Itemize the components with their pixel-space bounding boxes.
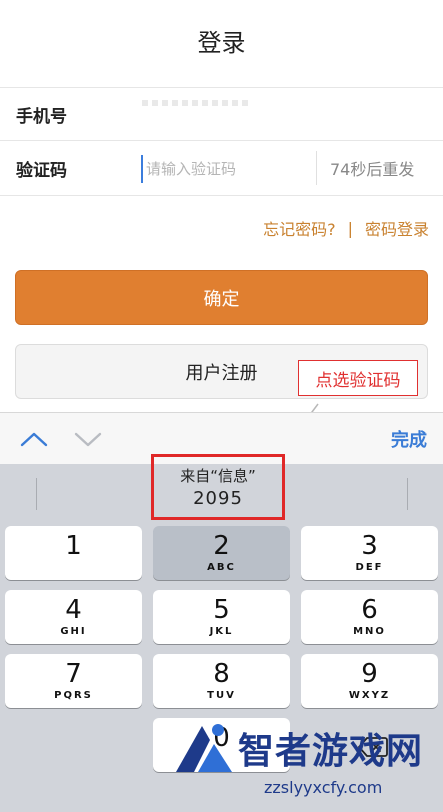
- key-digit: 7: [65, 659, 82, 689]
- forgot-password-link[interactable]: 忘记密码?: [263, 216, 336, 240]
- key-letters: MNO: [353, 626, 386, 637]
- site-watermark: 智者游戏网 zzslyyxcfy.com: [168, 708, 443, 812]
- phone-label: 手机号: [16, 106, 67, 127]
- key-1[interactable]: 1: [5, 526, 142, 580]
- sms-code-suggestion[interactable]: 来自“信息” 2095: [151, 454, 285, 520]
- key-digit: 6: [361, 595, 378, 625]
- key-letters: GHI: [60, 626, 87, 637]
- key-7[interactable]: 7 PQRS: [5, 654, 142, 708]
- phone-number-masked: [142, 100, 250, 106]
- key-4[interactable]: 4 GHI: [5, 590, 142, 644]
- annotation-callout: 点选验证码: [298, 360, 418, 396]
- key-8[interactable]: 8 TUV: [153, 654, 290, 708]
- watermark-name: 智者游戏网: [238, 731, 424, 772]
- done-button[interactable]: 完成: [391, 413, 427, 464]
- confirm-button[interactable]: 确定: [15, 270, 428, 325]
- key-9[interactable]: 9 WXYZ: [301, 654, 438, 708]
- resend-countdown: 74秒后重发: [330, 160, 415, 179]
- key-digit: 5: [213, 595, 230, 625]
- key-digit: 2: [213, 531, 230, 561]
- key-letters: DEF: [355, 562, 384, 573]
- key-letters: ABC: [207, 562, 236, 573]
- key-letters: TUV: [207, 690, 236, 701]
- key-letters: PQRS: [54, 690, 93, 701]
- suggestion-code: 2095: [193, 488, 243, 509]
- verification-code-input[interactable]: [141, 155, 306, 183]
- key-digit: 3: [361, 531, 378, 561]
- key-letters: JKL: [209, 626, 234, 637]
- key-3[interactable]: 3 DEF: [301, 526, 438, 580]
- code-row: 验证码 74秒后重发: [0, 141, 443, 196]
- key-5[interactable]: 5 JKL: [153, 590, 290, 644]
- watermark-url: zzslyyxcfy.com: [264, 778, 383, 797]
- chevron-up-icon[interactable]: [18, 427, 50, 451]
- suggestion-divider: [407, 478, 408, 510]
- login-links: 忘记密码? | 密码登录: [263, 216, 429, 240]
- chevron-down-icon[interactable]: [72, 427, 104, 451]
- key-6[interactable]: 6 MNO: [301, 590, 438, 644]
- key-digit: 4: [65, 595, 82, 625]
- code-label: 验证码: [16, 160, 67, 181]
- suggestion-divider: [36, 478, 37, 510]
- password-login-link[interactable]: 密码登录: [365, 216, 429, 240]
- key-digit: 1: [65, 531, 82, 561]
- watermark-logo-icon: [176, 724, 232, 772]
- key-digit: 8: [213, 659, 230, 689]
- key-2[interactable]: 2 ABC: [153, 526, 290, 580]
- code-divider: [316, 151, 317, 185]
- suggestion-source: 来自“信息”: [180, 467, 256, 485]
- link-separator: |: [347, 218, 353, 238]
- phone-row[interactable]: 手机号: [0, 87, 443, 141]
- key-letters: WXYZ: [348, 690, 391, 701]
- page-title: 登录: [197, 28, 246, 57]
- key-digit: 9: [361, 659, 378, 689]
